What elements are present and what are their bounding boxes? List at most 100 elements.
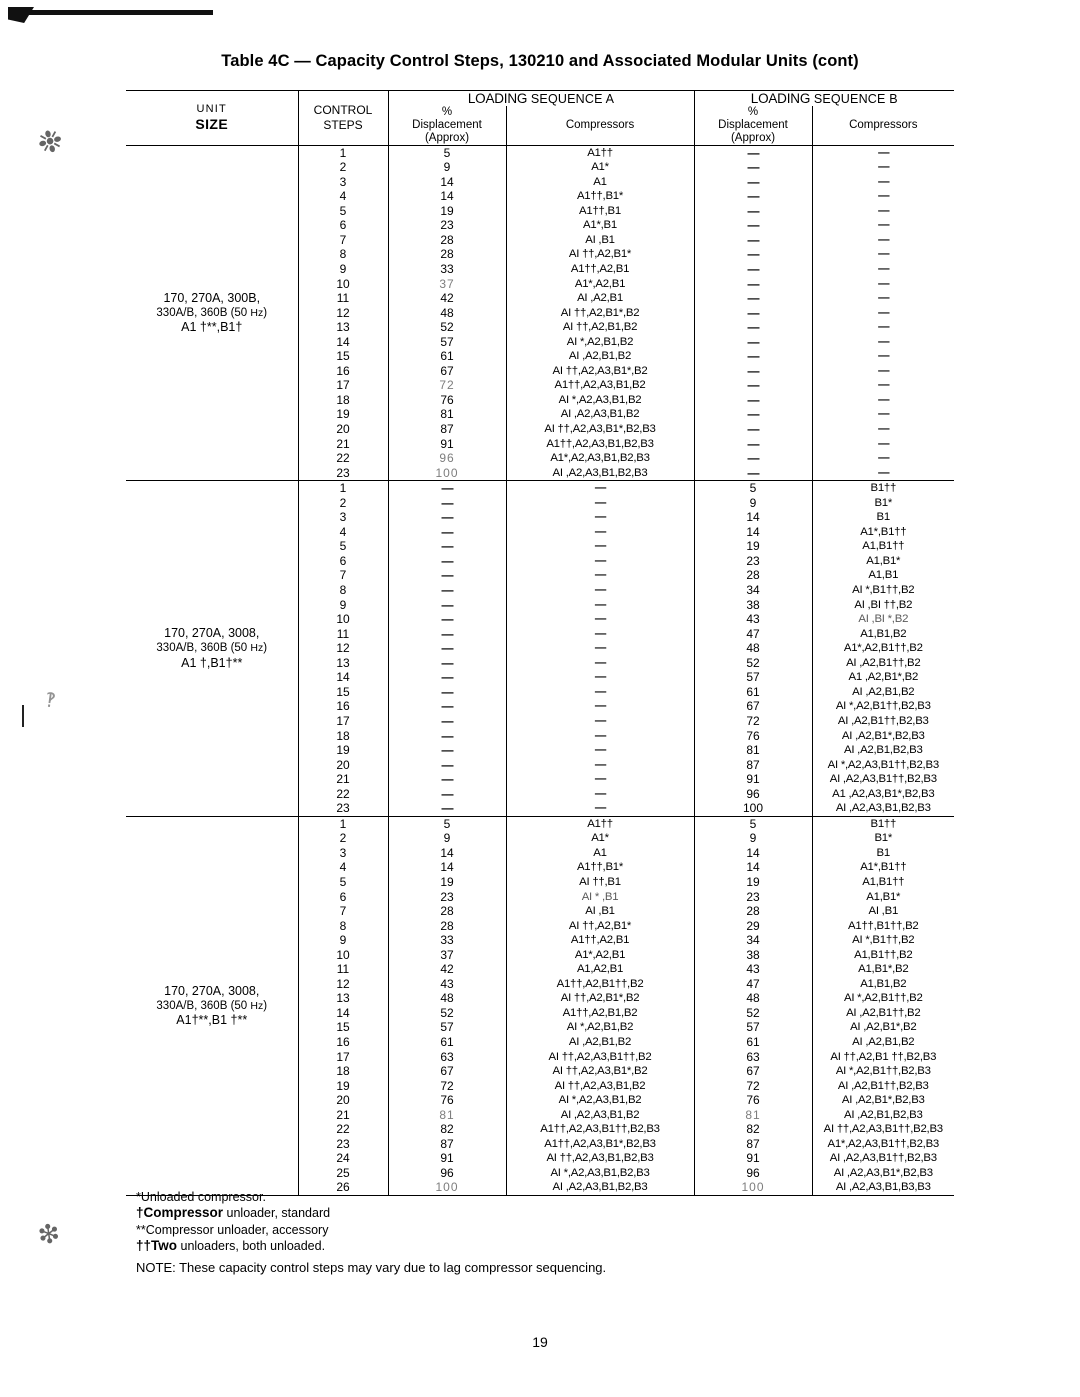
cell-step: 13 xyxy=(336,991,350,1006)
cell-step: 20 xyxy=(336,422,350,437)
cell-b_pct: 14 xyxy=(746,524,760,539)
cell-a_pct: 100 xyxy=(435,465,459,480)
cell-a_pct: 96 xyxy=(439,451,455,466)
cell-b_comp: A1 ,A2,A3,B1*,B2,B3 xyxy=(832,787,935,800)
cell-a_pct: 61 xyxy=(440,349,454,364)
cell-a_pct: 28 xyxy=(440,918,454,933)
cell-a_pct: — xyxy=(441,801,454,816)
cell-a_comp: AI ,A2,B1 xyxy=(577,292,623,305)
cell-b_pct: 61 xyxy=(746,1034,760,1049)
cell-b_pct: 67 xyxy=(746,1064,760,1079)
cell-step: 12 xyxy=(336,976,350,991)
cell-a_pct: — xyxy=(441,728,454,743)
cell-a_comp: — xyxy=(594,482,606,495)
cell-step: 20 xyxy=(336,757,350,772)
cell-step: 7 xyxy=(339,232,347,247)
cell-step: 23 xyxy=(336,801,350,816)
cell-a_comp: A1††,A2,A3,B1,B2 xyxy=(554,379,646,392)
cell-a_comp: A1††,A2,A3,B1††,B2,B3 xyxy=(540,1123,660,1136)
cell-b_comp: — xyxy=(878,233,889,246)
cell-a_pct: 19 xyxy=(440,203,454,218)
cell-a_pct: 43 xyxy=(440,976,454,991)
cell-b_pct: 47 xyxy=(746,976,760,991)
cell-step: 2 xyxy=(339,495,347,510)
cell-a_comp: AI *,A2,A3,B1,B2 xyxy=(558,1094,642,1107)
cell-step: 3 xyxy=(339,845,347,860)
cell-a_pct: 48 xyxy=(440,991,454,1006)
cell-step: 9 xyxy=(339,262,347,276)
cell-a_pct: 14 xyxy=(440,845,454,860)
cell-b_pct: 34 xyxy=(746,583,760,598)
cell-b_comp: A1*,A2,B1††,B2 xyxy=(843,642,923,655)
table-body: UNIT SIZE CONTROL STEPS LOADING SEQUENCE A LO… xyxy=(126,90,955,1196)
cell-a_comp: A1,A2,B1 xyxy=(576,963,624,976)
sequence-a-pct-column: 5 9 14 14 19 23 28 28 33 37 42 43 48 52 57 61 63 67 72 76 81… xyxy=(387,815,506,1196)
pct-displacement-a-header: % Displacement (Approx) xyxy=(387,106,506,146)
cell-b_comp: AI ,BI *,B2 xyxy=(858,613,909,626)
cell-b_pct: 38 xyxy=(746,597,760,612)
cell-a_pct: 48 xyxy=(440,305,454,320)
cell-a_pct: 57 xyxy=(440,334,454,349)
cell-a_comp: A1†† xyxy=(587,817,613,830)
control-steps-column: 1 2 3 4 5 6 7 8 9 10 11 12 13 14 15 16 17 18 19 20 21 22 23 24 2… xyxy=(297,815,388,1196)
cell-b_pct: — xyxy=(747,363,760,378)
cell-step: 18 xyxy=(336,728,350,743)
cell-b_comp: — xyxy=(878,364,889,377)
cell-b_comp: AI ,A2,B1*,B2,B3 xyxy=(841,729,925,742)
cell-b_comp: A1,B1 xyxy=(868,569,899,582)
cell-step: 17 xyxy=(336,378,350,393)
unit-size-header-spacer: UNIT SIZE xyxy=(195,103,229,133)
cell-step: 1 xyxy=(339,145,347,160)
cell-b_pct: — xyxy=(747,247,760,262)
cell-a_comp: AI ,B1 xyxy=(585,233,615,246)
cell-b_pct: 67 xyxy=(746,699,760,714)
compressors-b-header: Compressors xyxy=(811,106,955,146)
cell-a_pct: 14 xyxy=(440,174,454,189)
cell-b_comp: B1 xyxy=(876,846,891,859)
cell-a_comp: A1††,B1* xyxy=(576,190,624,203)
cell-a_comp: — xyxy=(594,671,606,684)
sequence-a-pct-column: — — — — — — — — — — — — — — — — — — — — — — — xyxy=(387,480,506,817)
cell-a_comp: AI ††,A2,B1* xyxy=(568,919,632,932)
cell-step: 4 xyxy=(339,524,347,539)
cell-a_comp: AI ††,A2,A3,B1*,B2 xyxy=(552,1065,648,1078)
cell-b_comp: — xyxy=(878,161,889,174)
sequence-b-compressors-column: B1†† B1* B1 A1*,B1†† A1,B1†† A1,B1* A1,B1 AI *,… xyxy=(811,480,955,817)
cell-b_comp: AI ,A2,A3,B1*,B2,B3 xyxy=(833,1166,933,1179)
cell-b_comp: AI ,A2,B1*,B2 xyxy=(850,1021,917,1034)
cell-b_comp: AI ††,A2,B1 ††,B2,B3 xyxy=(830,1050,937,1063)
cell-a_comp: A1††,A2,B1,B2 xyxy=(562,1006,638,1019)
cell-step: 18 xyxy=(336,392,350,407)
cell-b_pct: 57 xyxy=(746,1020,760,1035)
cell-b_comp: A1,B1†† xyxy=(862,875,905,888)
cell-a_comp: A1*,A2,A3,B1,B2,B3 xyxy=(550,452,650,465)
cell-a_pct: 87 xyxy=(440,1136,454,1151)
cell-a_pct: 33 xyxy=(440,262,454,276)
cell-step: 22 xyxy=(336,451,350,466)
cell-step: 22 xyxy=(336,786,350,801)
cell-a_pct: — xyxy=(441,772,454,787)
cell-a_pct: 28 xyxy=(440,232,454,247)
cell-step: 18 xyxy=(336,1064,350,1079)
cell-step: 19 xyxy=(336,743,350,758)
cell-step: 6 xyxy=(339,553,347,568)
cell-b_comp: — xyxy=(878,350,889,363)
cell-a_comp: AI ††,A2,B1*,B2 xyxy=(560,992,640,1005)
cell-step: 10 xyxy=(336,947,350,962)
cell-b_comp: — xyxy=(878,466,889,479)
cell-b_comp: — xyxy=(878,190,889,203)
cell-a_pct: 5 xyxy=(443,145,451,160)
cell-b_pct: 28 xyxy=(746,904,760,919)
cell-a_comp: — xyxy=(594,700,606,713)
unit-block: 170, 270A, 3008, 330A/B, 360B (50 Hz) A1 †… xyxy=(126,480,955,817)
cell-step: 16 xyxy=(336,1034,350,1049)
cell-b_comp: B1* xyxy=(874,832,893,845)
sequence-a-compressors-column: — — — — — — — — — — — — — — — — — — — — — — — xyxy=(505,480,695,817)
cell-a_pct: — xyxy=(441,568,454,583)
cell-a_pct: 52 xyxy=(440,1005,454,1020)
cell-step: 25 xyxy=(336,1165,350,1180)
cell-step: 15 xyxy=(336,1020,350,1035)
unit-size-label: 170, 270A, 3008, 330A/B, 360B (50 Hz) A1 †… xyxy=(126,480,298,817)
cell-b_comp: AI *,A2,B1††,B2,B3 xyxy=(835,1065,931,1078)
sequence-a-pct-column: 5 9 14 14 19 23 28 28 33 37 42 48 52 57 61 67 72 76 81 87 91… xyxy=(387,144,506,481)
